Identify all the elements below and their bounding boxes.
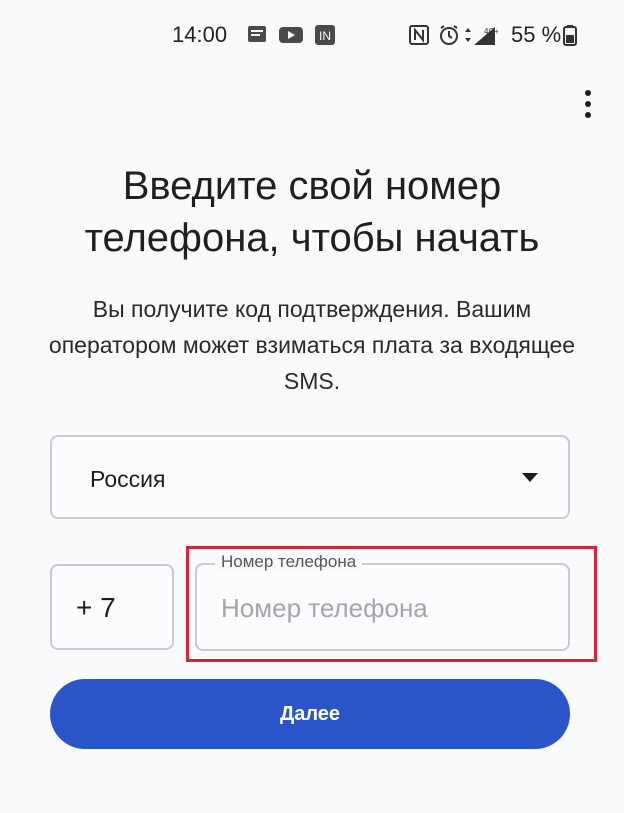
nfc-icon bbox=[409, 25, 429, 45]
page-title: Введите свой номер телефона, чтобы начат… bbox=[84, 164, 540, 260]
status-bar: 14:00 IN 4G+ 55 % bbox=[0, 0, 624, 70]
country-select[interactable]: Россия bbox=[50, 435, 570, 519]
status-time: 14:00 bbox=[172, 22, 228, 47]
dropdown-arrow-icon bbox=[522, 473, 538, 482]
dial-code-field[interactable]: + 7 bbox=[50, 564, 174, 650]
dial-code-value: + 7 bbox=[76, 592, 116, 623]
country-value: Россия bbox=[90, 466, 166, 492]
page-subtitle: Вы получите код подтверждения. Вашим опе… bbox=[48, 296, 576, 394]
alarm-icon bbox=[440, 25, 458, 45]
highlight-box bbox=[186, 546, 597, 662]
network-label: 4G+ bbox=[484, 27, 498, 36]
battery-icon bbox=[563, 25, 577, 46]
svg-text:IN: IN bbox=[319, 29, 331, 43]
linkedin-icon: IN bbox=[315, 25, 335, 45]
signal-4g-icon: 4G+ bbox=[465, 27, 498, 45]
next-button[interactable]: Далее bbox=[50, 679, 570, 749]
battery-percent: 55 % bbox=[511, 22, 562, 47]
youtube-icon bbox=[279, 27, 303, 43]
message-icon bbox=[248, 26, 266, 42]
more-vert-icon[interactable] bbox=[576, 88, 600, 124]
